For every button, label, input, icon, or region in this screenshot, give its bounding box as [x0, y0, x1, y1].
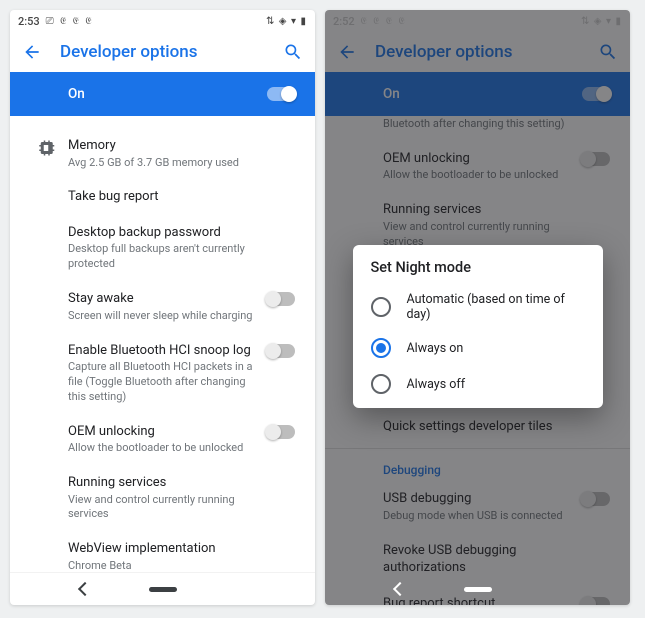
switch-oem[interactable]: [267, 425, 295, 439]
row-webview-impl[interactable]: WebView implementation Chrome Beta: [10, 531, 315, 572]
row-sub: Capture all Bluetooth HCI packets in a f…: [68, 360, 259, 405]
row-memory[interactable]: Memory Avg 2.5 GB of 3.7 GB memory used: [10, 128, 315, 179]
option-label: Always on: [407, 341, 464, 356]
master-toggle-label: On: [68, 86, 85, 102]
master-switch-on[interactable]: [267, 87, 295, 101]
row-sub: Avg 2.5 GB of 3.7 GB memory used: [68, 156, 259, 171]
option-always-on[interactable]: Always on: [353, 330, 603, 366]
row-title: Take bug report: [68, 188, 259, 206]
search-icon[interactable]: [283, 42, 303, 62]
row-sub: Allow the bootloader to be unlocked: [68, 441, 259, 456]
option-label: Always off: [407, 377, 466, 392]
row-title: Memory: [68, 137, 259, 155]
left-phone: 2:53 ⎚ 𝔈 𝔈 𝔈 ⇅ ◈ ▾ ▮ Developer options O…: [10, 10, 315, 605]
dialog-title: Set Night mode: [353, 259, 603, 284]
app-bar: Developer options: [10, 32, 315, 72]
nav-home-pill[interactable]: [464, 587, 492, 592]
row-sub: Screen will never sleep while charging: [68, 309, 259, 324]
row-sub: Desktop full backups aren't currently pr…: [68, 242, 259, 272]
option-label: Automatic (based on time of day): [407, 292, 585, 322]
switch-bt-hci[interactable]: [267, 344, 295, 358]
status-time: 2:53: [18, 15, 40, 28]
row-title: OEM unlocking: [68, 423, 259, 441]
row-title: Enable Bluetooth HCI snoop log: [68, 342, 259, 360]
nav-back-icon[interactable]: [393, 582, 407, 596]
status-bar: 2:53 ⎚ 𝔈 𝔈 𝔈 ⇅ ◈ ▾ ▮: [10, 10, 315, 32]
row-stay-awake[interactable]: Stay awake Screen will never sleep while…: [10, 281, 315, 332]
row-take-bug-report[interactable]: Take bug report: [10, 179, 315, 215]
row-title: Stay awake: [68, 290, 259, 308]
switch-stay-awake[interactable]: [267, 292, 295, 306]
memory-icon: [37, 139, 55, 157]
settings-list: Memory Avg 2.5 GB of 3.7 GB memory used …: [10, 116, 315, 572]
radio-unchecked-icon: [371, 374, 391, 394]
night-mode-dialog: Set Night mode Automatic (based on time …: [353, 245, 603, 408]
row-running-services[interactable]: Running services View and control curren…: [10, 465, 315, 531]
row-sub: Chrome Beta: [68, 559, 259, 572]
row-title: WebView implementation: [68, 540, 259, 558]
status-left-icons: ⎚ 𝔈 𝔈 𝔈: [46, 16, 94, 27]
row-bt-hci-snoop[interactable]: Enable Bluetooth HCI snoop log Capture a…: [10, 333, 315, 414]
status-right-icons: ⇅ ◈ ▾ ▮: [266, 16, 307, 27]
nav-bar: [10, 572, 315, 605]
row-title: Running services: [68, 474, 259, 492]
row-desktop-backup-password[interactable]: Desktop backup password Desktop full bac…: [10, 215, 315, 281]
row-sub: View and control currently running servi…: [68, 493, 259, 523]
nav-bar: [325, 573, 630, 605]
nav-back-icon[interactable]: [78, 582, 92, 596]
row-title: Desktop backup password: [68, 224, 259, 242]
row-oem-unlocking[interactable]: OEM unlocking Allow the bootloader to be…: [10, 414, 315, 465]
option-always-off[interactable]: Always off: [353, 366, 603, 402]
option-automatic[interactable]: Automatic (based on time of day): [353, 284, 603, 330]
radio-checked-icon: [371, 338, 391, 358]
radio-unchecked-icon: [371, 297, 391, 317]
master-toggle-bar[interactable]: On: [10, 72, 315, 116]
nav-home-pill[interactable]: [149, 587, 177, 592]
back-arrow-icon[interactable]: [22, 42, 42, 62]
page-title: Developer options: [60, 42, 265, 62]
right-phone: 2:52 𝔈 𝔈 𝔈 𝔈 ⇅ ◈ ▾ ▮ Developer options O…: [325, 10, 630, 605]
